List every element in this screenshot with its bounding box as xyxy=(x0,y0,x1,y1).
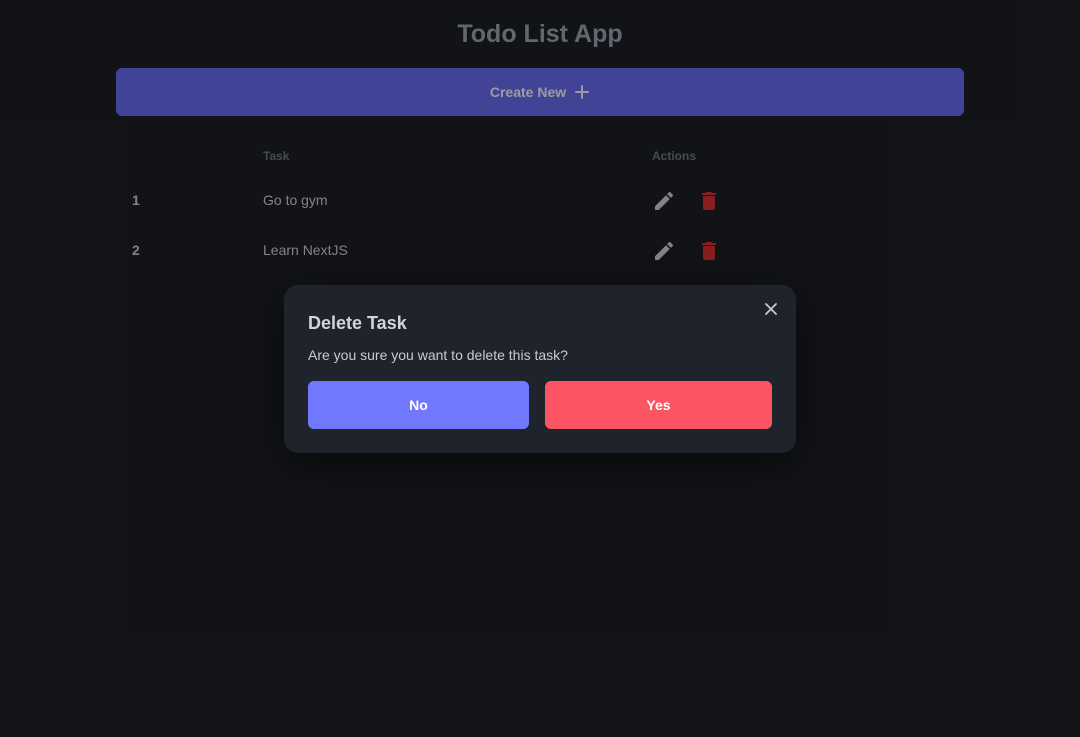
no-button[interactable]: No xyxy=(308,381,529,429)
dialog-message: Are you sure you want to delete this tas… xyxy=(308,347,568,363)
todo-app: Todo List App Create New Task Actions 1 … xyxy=(0,0,1080,737)
close-icon[interactable] xyxy=(763,301,779,317)
delete-task-dialog: Delete Task Are you sure you want to del… xyxy=(284,285,796,453)
yes-button[interactable]: Yes xyxy=(545,381,772,429)
dialog-title: Delete Task xyxy=(308,313,407,333)
